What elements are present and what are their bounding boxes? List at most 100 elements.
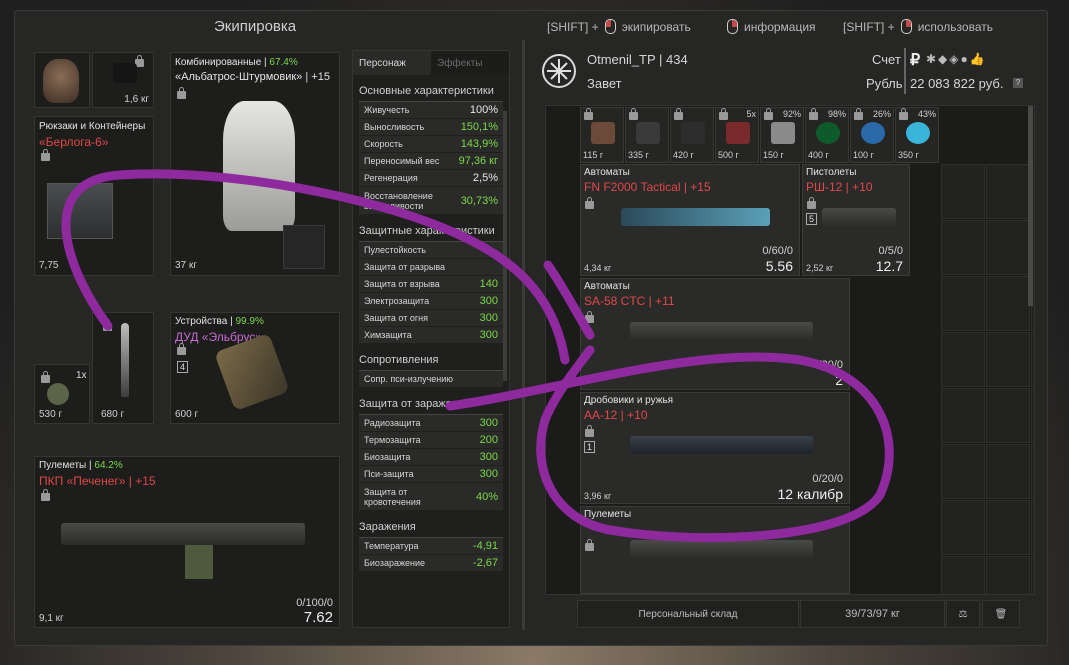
stat-name: Защита от взрыва [364, 279, 440, 289]
stash-weight: 39/73/97 кг [800, 600, 945, 628]
item-stack: 92% [782, 109, 801, 119]
currency-icons[interactable]: ✱◆◈●👍 [926, 52, 987, 66]
tab-effects[interactable]: Эффекты [431, 51, 509, 75]
slot-device[interactable]: Устройства | 99.9% ДУД «Эльбрус» 4 600 г [170, 312, 340, 424]
lock-icon [674, 108, 683, 123]
stat-row: Сопр. пси-излучению [359, 371, 503, 388]
account-label: Счет [872, 52, 901, 67]
stat-name: Защита от кровотечения [364, 486, 421, 507]
stash-cell[interactable] [1031, 444, 1034, 499]
stash-cell[interactable] [941, 164, 985, 219]
stats-scrollbar[interactable] [503, 111, 507, 381]
slot-backpack[interactable]: Рюкзаки и Контейнеры «Берлога-6» 7,75 [34, 116, 154, 276]
lock-icon [103, 319, 112, 334]
help-icon[interactable]: ? [1013, 78, 1023, 88]
lock-icon [177, 343, 186, 358]
stats-section-title: Заражения [359, 511, 503, 538]
stash-small-item[interactable]: 43% 350 г [895, 107, 939, 163]
stat-value: 300 [479, 451, 498, 463]
stat-name: Биозащита [364, 452, 411, 462]
stat-value: 2,5% [472, 172, 498, 184]
stat-value: -4,91 [472, 540, 498, 552]
stash-cell[interactable] [1031, 500, 1034, 555]
item-name: SA-58 CTC | +11 [584, 294, 675, 308]
stash-cell[interactable] [986, 444, 1030, 499]
lock-icon [719, 108, 728, 123]
lock-icon [899, 108, 908, 123]
stash-cell[interactable] [941, 388, 985, 443]
stash-grid: 115 г 335 г 420 г 5x 500 г 92% 150 г 98%… [545, 105, 1035, 595]
stat-row: Защита от кровотечения 40% [359, 483, 503, 511]
stash-small-item[interactable]: 98% 400 г [805, 107, 849, 163]
armor-label: Комбинированные [175, 57, 262, 68]
exoskeleton-icon [223, 101, 295, 231]
stats-section-title: Защитные характеристики [359, 215, 503, 242]
knife-weight: 680 г [101, 409, 125, 420]
item-weight: 335 г [628, 150, 649, 160]
item-icon [636, 122, 660, 144]
item-caliber: 12.7 [875, 258, 903, 274]
stash-cell[interactable] [986, 388, 1030, 443]
stash-cell[interactable] [1031, 388, 1034, 443]
item-caliber: 5.56 [765, 258, 793, 274]
stash-cell[interactable] [986, 556, 1030, 594]
stash-cell[interactable] [986, 332, 1030, 387]
stash-weapon-item[interactable]: Пулеметы [580, 506, 850, 594]
header-divider [904, 48, 906, 94]
item-ammo: 0/5/0 [878, 245, 903, 257]
armor-sub-slot[interactable] [283, 225, 325, 269]
stash-cell[interactable] [941, 444, 985, 499]
mouse-right-icon [900, 19, 912, 34]
stat-row: Восстановление выносливости 30,73% [359, 187, 503, 215]
stats-section-title: Защита от заражений [359, 388, 503, 415]
lock-icon [585, 425, 594, 440]
stash-cell[interactable] [941, 276, 985, 331]
personal-storage-button[interactable]: Персональный склад [577, 600, 799, 628]
stat-name: Пси-защита [364, 469, 414, 479]
trash-icon[interactable]: 🗑 [982, 600, 1020, 628]
stash-cell[interactable] [1031, 556, 1034, 594]
stash-cell[interactable] [941, 500, 985, 555]
tab-character[interactable]: Персонаж [353, 51, 431, 75]
stash-small-item[interactable]: 92% 150 г [760, 107, 804, 163]
stash-cell[interactable] [941, 556, 985, 594]
stat-value: 143,9% [460, 138, 498, 150]
weapon-icon [629, 540, 814, 559]
stash-cell[interactable] [986, 164, 1030, 219]
slot-helmet[interactable]: 1,6 кг [92, 52, 154, 108]
slot-head[interactable] [34, 52, 90, 108]
stat-row: Температура -4,91 [359, 538, 503, 555]
weight-icon[interactable]: ⚖ [946, 600, 980, 628]
ruble-icon[interactable]: ₽ [910, 50, 920, 70]
stash-weapon-item[interactable]: Автоматы FN F2000 Tactical | +15 0/60/0 … [580, 164, 800, 276]
slot-primary-weapon[interactable]: Пулеметы | 64.2% ПКП «Печенег» | +15 9,1… [34, 456, 340, 628]
item-category: Дробовики и ружья [584, 395, 674, 406]
lock-icon [41, 489, 50, 504]
stash-scrollbar[interactable] [1028, 106, 1033, 306]
stash-cell[interactable] [941, 332, 985, 387]
stash-small-item[interactable]: 5x 500 г [715, 107, 759, 163]
stash-cell[interactable] [986, 220, 1030, 275]
stash-small-item[interactable]: 26% 100 г [850, 107, 894, 163]
hint-key: [SHIFT] + [547, 19, 599, 34]
stash-cell[interactable] [986, 276, 1030, 331]
item-weight: 150 г [763, 150, 784, 160]
slot-knife[interactable]: 680 г [92, 312, 154, 424]
stash-cell[interactable] [986, 500, 1030, 555]
hint-label: использовать [917, 19, 993, 34]
stash-small-item[interactable]: 115 г [580, 107, 624, 163]
hint-info: информация [727, 19, 816, 34]
stash-weapon-item[interactable]: Дробовики и ружья АА-12 | +10 1 0/20/0 1… [580, 392, 850, 504]
hint-key: [SHIFT] + [843, 19, 895, 34]
item-weight: 350 г [898, 150, 919, 160]
stat-name: Скорость [364, 139, 403, 149]
armor-upgrade: +15 [311, 71, 330, 83]
stash-small-item[interactable]: 420 г [670, 107, 714, 163]
slot-armor[interactable]: Комбинированные | 67.4% «Альбатрос-Штурм… [170, 52, 340, 276]
stash-small-item[interactable]: 335 г [625, 107, 669, 163]
item-weight: 4,34 кг [584, 263, 612, 273]
stash-cell[interactable] [941, 220, 985, 275]
stash-weapon-item[interactable]: Пистолеты РШ-12 | +10 5 0/5/0 12.7 2,52 … [802, 164, 910, 276]
stash-weapon-item[interactable]: Автоматы SA-58 CTC | +11 0/30/0 2 [580, 278, 850, 390]
stash-cell[interactable] [1031, 332, 1034, 387]
